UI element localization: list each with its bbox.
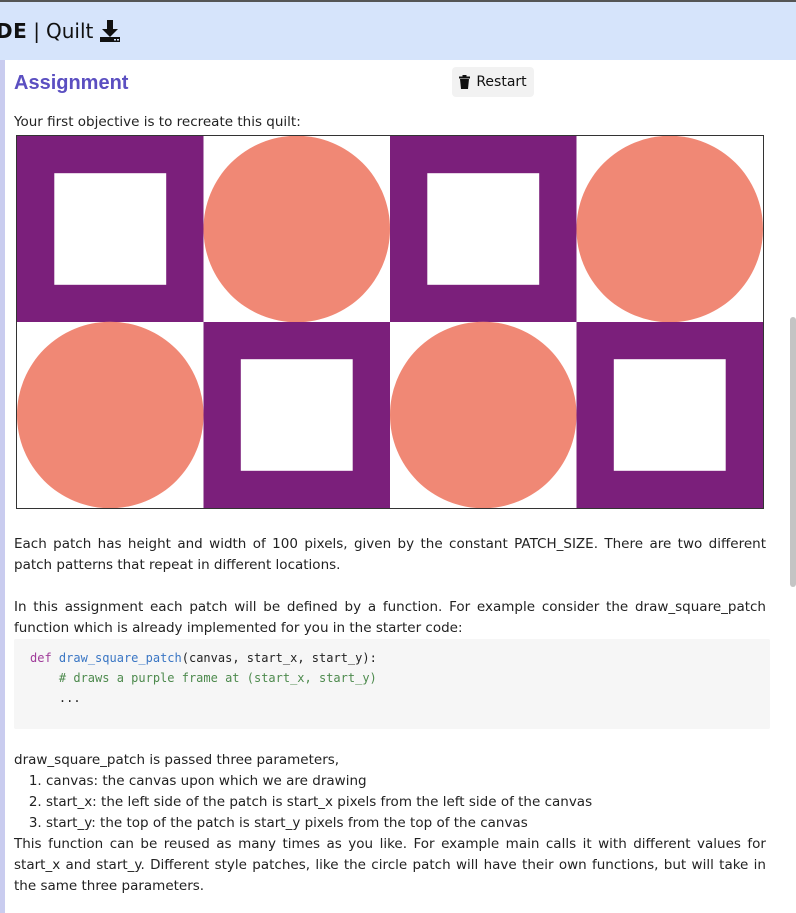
download-icon[interactable] [99, 19, 121, 43]
quilt-image [16, 135, 764, 509]
circle-patch [203, 136, 390, 323]
intro-text: Your first objective is to recreate this… [14, 114, 301, 130]
list-item: canvas: the canvas upon which we are dra… [46, 771, 766, 792]
square-patch-inner [240, 359, 353, 471]
code-line-def: def draw_square_patch(canvas, start_x, s… [30, 651, 377, 665]
restart-button[interactable]: Restart [452, 67, 534, 97]
parameters-list: canvas: the canvas upon which we are dra… [14, 771, 766, 834]
function-paragraph: In this assignment each patch will be de… [14, 599, 766, 636]
header-title: DE | Quilt [0, 19, 121, 43]
code-block: def draw_square_patch(canvas, start_x, s… [14, 639, 770, 729]
reuse-paragraph: This function can be reused as many time… [14, 836, 766, 894]
parameters-intro: draw_square_patch is passed three parame… [14, 752, 340, 768]
title-row: Assignment Restart [14, 60, 768, 106]
list-item: start_y: the top of the patch is start_y… [46, 813, 766, 834]
left-rail [0, 60, 5, 913]
code-line-ellipsis: ... [30, 691, 81, 705]
circle-patch [17, 321, 204, 508]
scrollbar[interactable] [790, 317, 796, 587]
square-patch-inner [427, 173, 540, 285]
assignment-panel: Assignment Restart Your first objective … [14, 60, 770, 894]
restart-label: Restart [476, 74, 527, 90]
parameters-section: draw_square_patch is passed three parame… [14, 750, 766, 897]
circle-patch [576, 136, 763, 323]
square-patch-inner [54, 173, 167, 285]
header-quilt-title: Quilt [46, 19, 94, 43]
app-header: DE | Quilt [0, 2, 796, 60]
header-prefix: DE [0, 19, 28, 43]
patch-size-paragraph: Each patch has height and width of 100 p… [14, 536, 766, 573]
code-line-comment: # draws a purple frame at (start_x, star… [30, 671, 377, 685]
circle-patch [390, 321, 577, 508]
assignment-title: Assignment [14, 72, 129, 94]
square-patch-inner [613, 359, 726, 471]
trash-icon [459, 75, 471, 89]
list-item: start_x: the left side of the patch is s… [46, 792, 766, 813]
header-separator: | [33, 19, 41, 43]
